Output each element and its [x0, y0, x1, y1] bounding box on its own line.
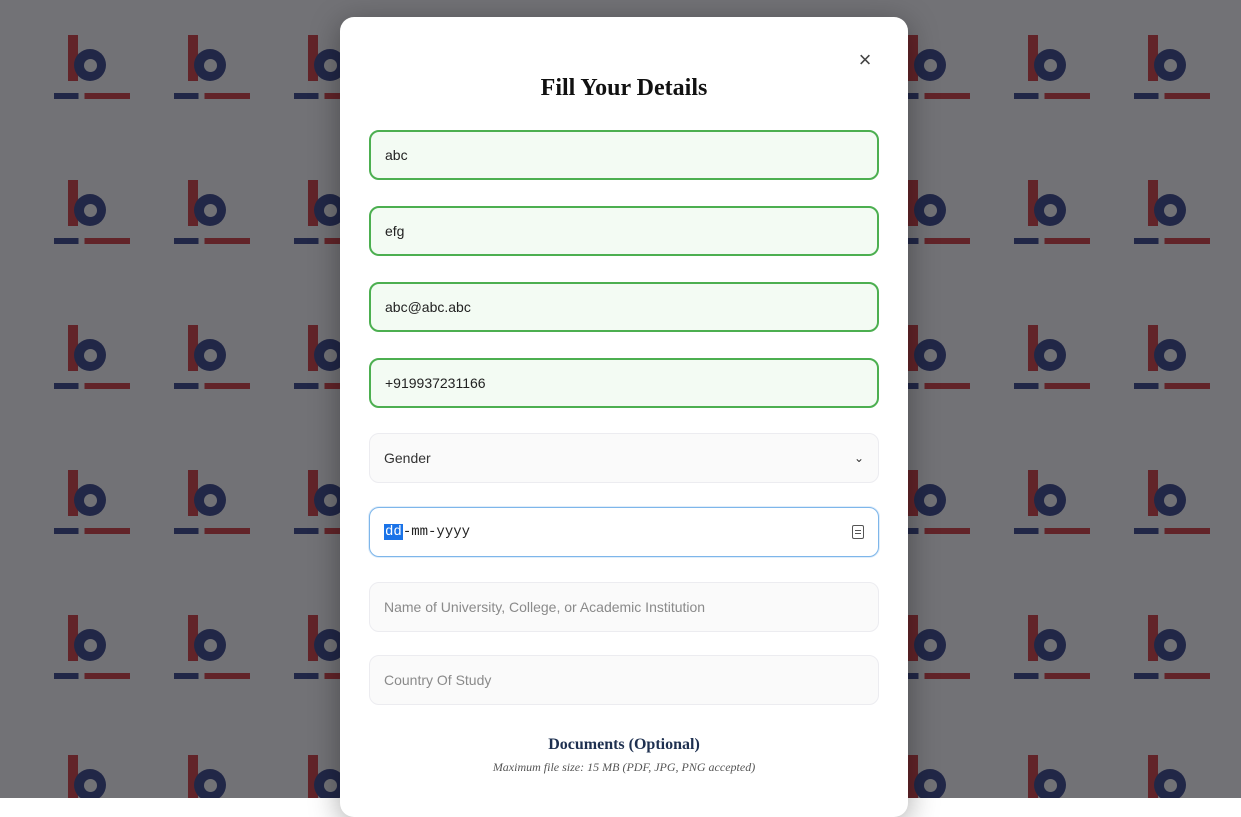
calendar-icon[interactable]	[852, 525, 864, 539]
email-input[interactable]	[369, 282, 879, 332]
gender-select-value: Gender	[384, 450, 431, 466]
date-rest-segment[interactable]: -mm-yyyy	[403, 524, 470, 540]
date-value: dd-mm-yyyy	[384, 524, 852, 540]
gender-select[interactable]: Gender ⌄	[369, 433, 879, 483]
country-of-study-input[interactable]	[369, 655, 879, 705]
documents-note: Maximum file size: 15 MB (PDF, JPG, PNG …	[492, 760, 756, 774]
details-modal: × Fill Your Details Gender ⌄ dd-mm-yyyy …	[340, 17, 908, 817]
chevron-down-icon: ⌄	[853, 451, 864, 465]
last-name-input[interactable]	[369, 206, 879, 256]
close-icon[interactable]: ×	[854, 49, 876, 71]
date-of-birth-input[interactable]: dd-mm-yyyy	[369, 507, 879, 557]
university-input[interactable]	[369, 582, 879, 632]
phone-input[interactable]	[369, 358, 879, 408]
modal-title: Fill Your Details	[540, 75, 708, 101]
first-name-input[interactable]	[369, 130, 879, 180]
date-day-segment[interactable]: dd	[384, 524, 403, 540]
documents-title: Documents (Optional)	[548, 736, 700, 753]
